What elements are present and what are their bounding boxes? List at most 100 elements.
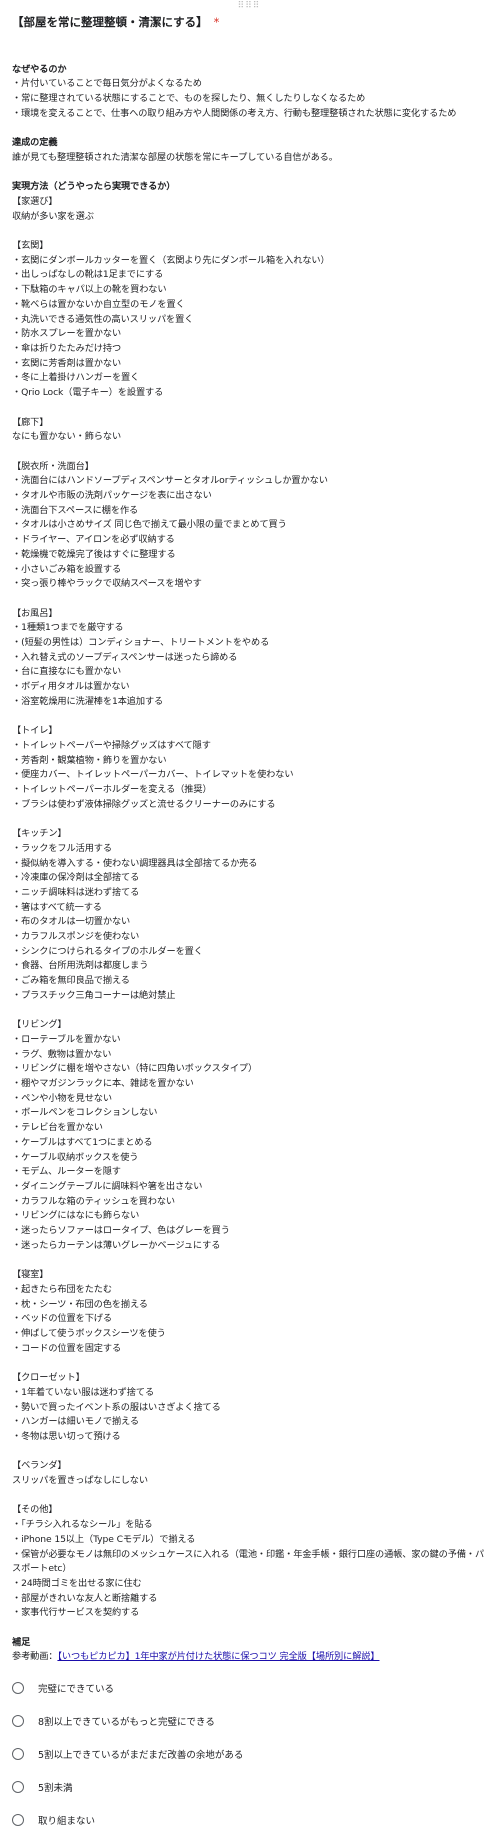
description-line: ・ボールペンをコレクションしない (12, 1107, 158, 1119)
description-line: ・丸洗いできる通気性の高いスリッパを置く (12, 313, 194, 325)
description-line: 【クローゼット】 (12, 1372, 85, 1384)
description-line: ・芳香剤・観葉植物・飾りを置かない (12, 754, 167, 766)
description-line: ・擬似納を導入する・使わない調理器具は全部捨てるか売る (12, 857, 258, 869)
description-line: ・モデム、ルーターを隠す (12, 1166, 121, 1178)
description-line: ・箸はすべて統一する (12, 901, 102, 913)
reference-prefix: 参考動画： (12, 1651, 58, 1663)
description-line: ・常に整理されている状態にすることで、ものを探したり、無くしたりしなくなるため (12, 93, 366, 105)
description-spacer (12, 166, 490, 181)
radio-option-label[interactable]: 完璧にできている (38, 1681, 114, 1695)
description-line: ・ダイニングテーブルに調味料や箸を出さない (12, 1180, 203, 1192)
radio-button-icon[interactable] (12, 1814, 24, 1826)
radio-option[interactable]: 5割未満 (10, 1777, 73, 1797)
radio-option[interactable]: 取り組まない (10, 1810, 95, 1830)
description-line: 【玄関】 (12, 240, 49, 252)
description-line: ・タオルは小さめサイズ 同じ色で揃えて最小限の量でまとめて買う (12, 519, 287, 531)
question-title-row: 【部屋を常に整理整頓・清潔にする】 * (12, 14, 219, 30)
description-line: ・テレビ台を置かない (12, 1122, 103, 1134)
description-line: 【キッチン】 (12, 828, 67, 840)
description-line: ・片付いていることで毎日気分がよくなるため (12, 78, 202, 90)
required-asterisk: * (213, 15, 220, 29)
description-line: ・冬に上着掛けハンガーを置く (12, 372, 140, 384)
description-line: ・勢いで買ったイベント系の服はいさぎよく捨てる (12, 1401, 221, 1413)
description-line: ・ごみ箱を無印良品で揃える (12, 975, 130, 987)
description-line: ・ボディ用タオルは置かない (12, 681, 130, 693)
description-spacer (12, 1445, 490, 1460)
description-line: ・出しっぱなしの靴は1足までにする (12, 269, 164, 281)
description-line: 【家選び】 (12, 195, 58, 207)
description-line: ・洗面台にはハンドソープディスペンサーとタオルorティッシュしか置かない (12, 475, 328, 487)
description-line: ・棚やマガジンラックに本、雑誌を置かない (12, 1078, 194, 1090)
description-line: ・冷凍庫の保冷剤は全部捨てる (12, 872, 140, 884)
description-line: ・枕・シーツ・布団の色を揃える (12, 1298, 148, 1310)
description-line: ・浴室乾燥用に洗濯棒を1本追加する (12, 695, 164, 707)
description-line: ・ハンガーは細いモノで揃える (12, 1416, 139, 1428)
description-line: ・下駄箱のキャパ以上の靴を買わない (12, 284, 167, 296)
description-line: ・迷ったらソファーはロータイプ、色はグレーを買う (12, 1225, 230, 1237)
description-spacer (12, 224, 490, 239)
description-line: 【ベランダ】 (12, 1460, 67, 1472)
description-spacer (12, 1489, 490, 1504)
drag-handle-icon[interactable]: ⠿⠿⠿ (0, 2, 498, 11)
description-spacer (12, 445, 490, 460)
radio-option[interactable]: 完璧にできている (10, 1678, 114, 1698)
description-line: ・玄関に芳香剤は置かない (12, 357, 122, 369)
radio-option[interactable]: 5割以上できているがまだまだ改善の余地がある (10, 1744, 243, 1764)
description-line: ・ケーブル収納ボックスを使う (12, 1151, 139, 1163)
description-line: ・iPhone 15以上（Type Cモデル）で揃える (12, 1533, 196, 1545)
description-spacer (12, 1356, 490, 1371)
description-line: ・リビングに棚を増やさない（特に四角いボックスタイプ） (12, 1063, 258, 1075)
description-heading: 補足 (12, 1636, 31, 1648)
description-line: 誰が見ても整理整頓された清潔な部屋の状態を常にキープしている自信がある。 (12, 151, 338, 163)
radio-option-label[interactable]: 取り組まない (38, 1813, 95, 1827)
question-description: なぜやるのか・片付いていることで毎日気分がよくなるため・常に整理されている状態に… (12, 48, 490, 1665)
radio-button-icon[interactable] (12, 1781, 24, 1793)
description-line: ・ペンや小物を見せない (12, 1092, 112, 1104)
question-title: 【部屋を常に整理整頓・清潔にする】 (12, 15, 208, 29)
description-line: ・ブラシは使わず液体掃除グッズと流せるクリーナーのみにする (12, 798, 276, 810)
reference-video-link[interactable]: 【いつもピカピカ】1年中家が片付けた状態に保つコツ 完全版【場所別に解説】 (57, 1651, 379, 1662)
description-line: 収納が多い家を選ぶ (12, 210, 94, 222)
description-line: ・台に直接なにも置かない (12, 666, 122, 678)
description-spacer (12, 1621, 490, 1636)
description-line: ・乾燥機で乾燥完了後はすぐに整理する (12, 548, 176, 560)
description-line: ・1年着ていない服は迷わず捨てる (12, 1386, 155, 1398)
radio-button-icon[interactable] (12, 1682, 24, 1694)
radio-button-icon[interactable] (12, 1715, 24, 1727)
description-line: ・プラスチック三角コーナーは絶対禁止 (12, 989, 176, 1001)
radio-option-label[interactable]: 8割以上できているがもっと完璧にできる (38, 1714, 215, 1728)
description-line: ・保管が必要なモノは無印のメッシュケースに入れる（電池・印鑑・年金手帳・銀行口座… (12, 1548, 485, 1575)
description-heading: 実現方法（どうやったら実現できるか） (12, 181, 176, 193)
description-line: ・タオルや市販の洗剤パッケージを表に出さない (12, 490, 212, 501)
description-line: ・家事代行サービスを契約する (12, 1607, 140, 1619)
description-line: ・ベッドの位置を下げる (12, 1313, 112, 1325)
description-line: ・冬物は思い切って預ける (12, 1430, 121, 1442)
description-line: ・ケーブルはすべて1つにまとめる (12, 1136, 153, 1148)
description-line: ・ドライヤー、アイロンを必ず収納する (12, 534, 175, 546)
description-line: 【寝室】 (12, 1269, 49, 1281)
description-line: ・起きたら布団をたたむ (12, 1283, 112, 1295)
description-line: ・トイレットペーパーホルダーを変える（推奨） (12, 784, 212, 796)
description-line: ・伸ばして使うボックスシーツを使う (12, 1328, 166, 1339)
radio-button-icon[interactable] (12, 1748, 24, 1760)
description-line: ・ラグ、敷物は置かない (12, 1048, 112, 1060)
description-heading: 達成の定義 (12, 137, 58, 149)
description-line: ・ラックをフル活用する (12, 842, 112, 854)
description-spacer (12, 710, 490, 725)
description-line: ・24時間ゴミを出せる家に住む (12, 1577, 142, 1589)
description-line: ・部屋がきれいな友人と断捨離する (12, 1592, 158, 1604)
description-line: ・ローテーブルを置かない (12, 1033, 121, 1045)
description-line: ・シンクにつけられるタイプのホルダーを置く (12, 945, 203, 957)
description-line: ・布のタオルは一切置かない (12, 916, 131, 928)
description-heading: なぜやるのか (12, 63, 67, 75)
description-line: ・カラフルスポンジを使わない (12, 931, 140, 943)
description-line: ・ニッチ調味料は迷わず捨てる (12, 886, 140, 898)
description-spacer (12, 122, 490, 137)
description-line: ・防水スプレーを置かない (12, 328, 122, 340)
description-line: ・玄関にダンボールカッターを置く（玄関より先にダンボール箱を入れない） (12, 254, 330, 266)
radio-option[interactable]: 8割以上できているがもっと完璧にできる (10, 1711, 215, 1731)
radio-option-label[interactable]: 5割以上できているがまだまだ改善の余地がある (38, 1747, 243, 1761)
description-line: ・(短髪の男性は）コンディショナー、トリートメントをやめる (12, 637, 270, 649)
description-spacer (12, 592, 490, 607)
radio-option-label[interactable]: 5割未満 (38, 1780, 73, 1794)
